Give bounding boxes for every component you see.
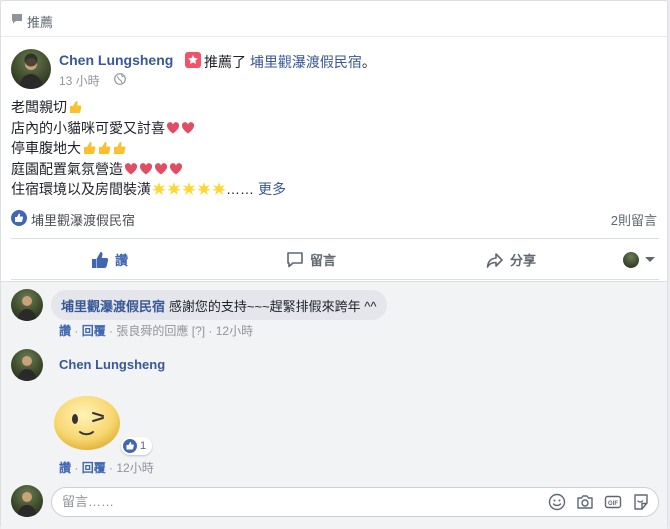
post-body: 老闆親切 店內的小貓咪可愛又討喜 停車腹地大 庭園配置氣氛營造 住宿環境以及房間… — [11, 97, 651, 200]
thumbs-up-emoji-icon — [99, 142, 111, 154]
react-as-selector[interactable] — [623, 239, 655, 280]
thumbs-up-emoji-icon — [114, 142, 126, 154]
share-label: 分享 — [510, 253, 537, 268]
comment-icon — [287, 251, 303, 267]
gif-icon[interactable]: GIF — [604, 493, 622, 511]
action-suffix: 。 — [361, 54, 376, 70]
post-line: 住宿環境以及房間裝潢 …… 更多 — [11, 179, 651, 200]
ellipsis-text: …… — [226, 181, 254, 197]
thumbs-up-emoji-icon — [70, 101, 82, 113]
author-avatar[interactable] — [11, 49, 51, 89]
post-line-text: 老闆親切 — [11, 99, 67, 115]
sticker-icon[interactable] — [632, 493, 650, 511]
speech-bubble-icon — [12, 14, 22, 24]
like-label: 讚 — [115, 253, 129, 268]
comment-actions: 讚 · 回覆 · 張良舜的回應 [?] · 12小時 — [59, 324, 254, 338]
edited-marker[interactable]: [?] — [192, 324, 205, 338]
globe-icon[interactable] — [114, 73, 126, 85]
post-line-text: 庭園配置氣氛營造 — [11, 160, 123, 177]
see-more-link[interactable]: 更多 — [258, 181, 286, 197]
reaction-count-pill[interactable]: 1 — [121, 437, 153, 455]
commenter-name[interactable]: 埔里觀瀑渡假民宿 — [61, 299, 165, 314]
comment-button[interactable]: 留言 — [286, 239, 336, 280]
share-button[interactable]: 分享 — [486, 239, 536, 280]
like-badge-icon — [123, 439, 137, 453]
comment-count[interactable]: 2則留言 — [611, 210, 657, 229]
post-line: 店內的小貓咪可愛又討喜 — [11, 118, 651, 139]
action-text: 推薦了 — [204, 54, 246, 70]
comment-time[interactable]: 12小時 — [216, 324, 253, 338]
svg-text:GIF: GIF — [608, 501, 618, 507]
heart-emoji-icon — [181, 121, 195, 133]
thumbs-up-emoji-icon — [84, 142, 96, 154]
post-line-text: 店內的小貓咪可愛又討喜 — [11, 119, 165, 136]
replied-by-text[interactable]: 張良舜的回應 — [116, 324, 188, 338]
sparkle-emoji-icon — [212, 182, 226, 195]
person-photo-icon — [17, 356, 37, 381]
section-label: 推薦 — [27, 15, 54, 30]
commenter-name[interactable]: Chen Lungsheng — [59, 357, 165, 372]
author-name[interactable]: Chen Lungsheng — [59, 52, 173, 68]
comment-reply-link[interactable]: 回覆 — [82, 461, 106, 475]
heart-emoji-icon — [154, 162, 168, 174]
wink-sticker-icon[interactable] — [51, 388, 123, 452]
comment-like-link[interactable]: 讚 — [59, 461, 71, 475]
heart-emoji-icon — [166, 121, 180, 133]
post-line: 庭園配置氣氛營造 — [11, 159, 651, 180]
commenter-avatar[interactable] — [11, 349, 43, 381]
post-line: 停車腹地大 — [11, 138, 651, 159]
recommended-page-link[interactable]: 埔里觀瀑渡假民宿 — [250, 54, 362, 70]
person-photo-icon — [17, 492, 37, 517]
post-timestamp[interactable]: 13 小時 — [59, 72, 100, 89]
profile-mini-avatar — [623, 251, 639, 268]
person-photo-icon — [19, 53, 43, 89]
post-line: 老闆親切 — [11, 97, 651, 118]
my-avatar[interactable] — [11, 485, 43, 517]
heart-emoji-icon — [124, 162, 138, 174]
comment-actions: 讚 · 回覆 · 12小時 — [59, 461, 154, 475]
person-photo-icon — [17, 296, 37, 321]
caret-down-icon — [645, 257, 655, 262]
tagged-page-name[interactable]: 埔里觀瀑渡假民宿 — [31, 210, 135, 229]
comment-composer[interactable]: GIF — [51, 487, 659, 517]
post-header-strip: 推薦 — [1, 1, 667, 37]
comment-like-link[interactable]: 讚 — [59, 324, 71, 338]
emoji-icon[interactable] — [548, 493, 566, 511]
post-line-text: 住宿環境以及房間裝潢 — [11, 181, 151, 197]
recommend-text: 推薦了 埔里觀瀑渡假民宿。 — [204, 52, 376, 72]
sparkle-emoji-icon — [167, 182, 181, 195]
post-card: 推薦 Chen Lungsheng 推薦了 埔里觀瀑渡假民宿。 13 小時 老闆… — [0, 0, 668, 529]
heart-emoji-icon — [139, 162, 153, 174]
heart-emoji-icon — [169, 162, 183, 174]
like-button[interactable]: 讚 — [91, 239, 128, 280]
recommend-badge-icon — [185, 52, 201, 68]
comment-time[interactable]: 12小時 — [116, 461, 153, 475]
sparkle-emoji-icon — [197, 182, 211, 195]
sparkle-emoji-icon — [182, 182, 196, 195]
like-badge-icon — [11, 210, 27, 226]
commenter-avatar[interactable] — [11, 289, 43, 321]
comment-input[interactable] — [62, 494, 532, 509]
share-arrow-icon — [486, 252, 503, 268]
thumbs-up-icon — [92, 251, 109, 268]
camera-icon[interactable] — [576, 493, 594, 511]
comment-text: 感謝您的支持~~~趕緊排假來跨年 ^^ — [168, 299, 377, 314]
sparkle-emoji-icon — [152, 182, 166, 195]
comment-label: 留言 — [310, 253, 337, 268]
comment-bubble: 埔里觀瀑渡假民宿 感謝您的支持~~~趕緊排假來跨年 ^^ — [51, 290, 387, 320]
reaction-count: 1 — [140, 440, 147, 452]
action-bar: 讚 留言 分享 — [11, 238, 659, 280]
comment-reply-link[interactable]: 回覆 — [82, 324, 106, 338]
post-line-text: 停車腹地大 — [11, 140, 81, 156]
